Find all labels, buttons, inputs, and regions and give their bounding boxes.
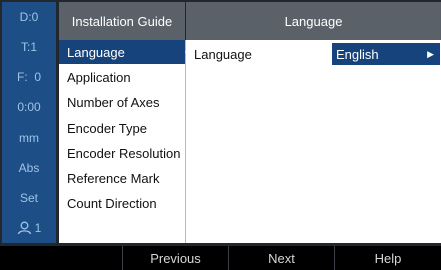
- datum-indicator[interactable]: D:0: [2, 2, 56, 32]
- tool-indicator[interactable]: T:1: [2, 32, 56, 62]
- help-button[interactable]: Help: [334, 246, 441, 270]
- chevron-right-icon: ▶: [427, 48, 434, 59]
- guide-item-reference-mark[interactable]: Reference Mark: [59, 166, 185, 192]
- user-count: 1: [34, 220, 42, 235]
- time-indicator[interactable]: 0:00: [2, 92, 56, 122]
- guide-item-application[interactable]: Application: [59, 65, 185, 91]
- guide-item-encoder-resolution[interactable]: Encoder Resolution: [59, 141, 185, 167]
- app-window: D:0 T:1 F: 0 0:00 mm Abs Set 1 Installat…: [0, 0, 441, 270]
- guide-item-encoder-type[interactable]: Encoder Type: [59, 116, 185, 142]
- mode-indicator[interactable]: Abs: [2, 153, 56, 183]
- language-value: English: [336, 46, 379, 62]
- set-button[interactable]: Set: [2, 183, 56, 213]
- next-button[interactable]: Next: [228, 246, 334, 270]
- previous-button[interactable]: Previous: [122, 246, 228, 270]
- guide-title: Installation Guide: [59, 2, 185, 40]
- softkey-empty: [0, 246, 122, 270]
- guide-list: Language Application Number of Axes Enco…: [59, 40, 186, 243]
- content-title: Language: [186, 2, 441, 40]
- content-panel: Language English ▶: [186, 40, 441, 243]
- language-row: Language English ▶: [186, 42, 441, 66]
- status-bar: D:0 T:1 F: 0 0:00 mm Abs Set 1: [2, 2, 56, 243]
- softkey-bar: Previous Next Help: [0, 246, 441, 270]
- feed-indicator[interactable]: F: 0: [2, 62, 56, 92]
- guide-item-number-of-axes[interactable]: Number of Axes: [59, 91, 185, 116]
- user-icon: [17, 221, 31, 235]
- guide-item-count-direction[interactable]: Count Direction: [59, 192, 185, 218]
- language-dropdown[interactable]: English ▶: [332, 43, 440, 65]
- unit-indicator[interactable]: mm: [2, 123, 56, 153]
- user-indicator[interactable]: 1: [2, 213, 56, 243]
- language-label: Language: [194, 46, 252, 62]
- guide-item-language[interactable]: Language: [59, 40, 185, 66]
